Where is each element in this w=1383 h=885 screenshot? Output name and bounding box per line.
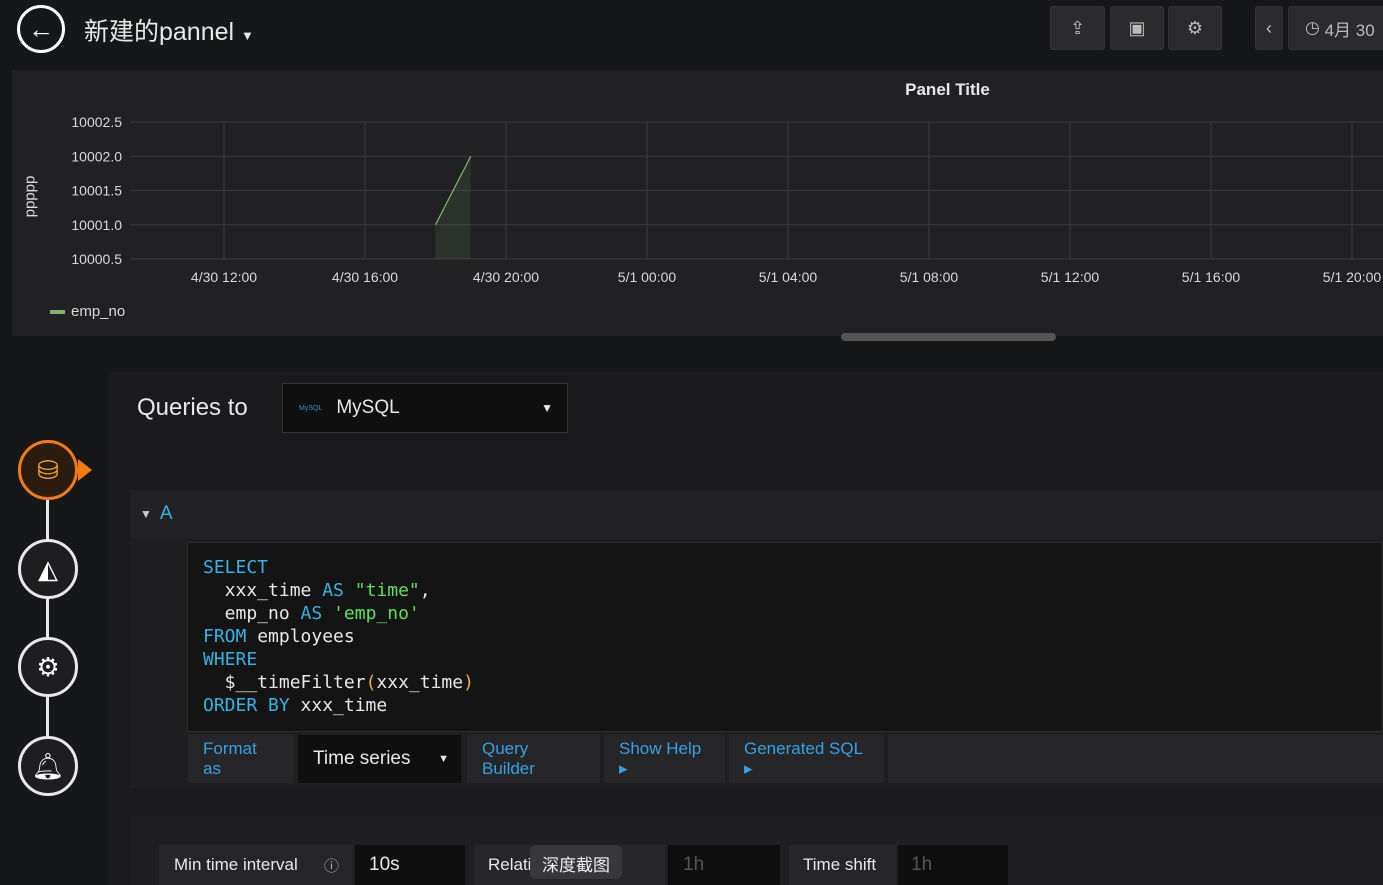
format-select[interactable]: Time series ▼ bbox=[298, 735, 461, 783]
chart-svg: 10000.5 10001.0 10001.5 10002.0 10002.5 4/30 … bbox=[71, 114, 1383, 285]
bell-icon: 🔔︎ bbox=[31, 750, 65, 781]
series-area bbox=[435, 156, 471, 259]
format-as-label: Format as bbox=[188, 735, 294, 783]
x-tick-label: 4/30 12:00 bbox=[191, 269, 257, 285]
relative-time-input[interactable]: 1h bbox=[668, 845, 780, 885]
caret-down-icon: ▼ bbox=[140, 507, 152, 521]
screenshot-tooltip: 深度截图 bbox=[530, 845, 622, 879]
chart-area-icon: ◭ bbox=[38, 553, 58, 584]
x-tick-label: 5/1 16:00 bbox=[1182, 269, 1241, 285]
x-tick-label: 5/1 12:00 bbox=[1041, 269, 1100, 285]
save-button[interactable]: ▣ bbox=[1110, 6, 1164, 50]
caret-down-icon: ▼ bbox=[241, 28, 254, 43]
min-interval-input[interactable]: 10s bbox=[355, 845, 465, 885]
legend-color-swatch bbox=[50, 309, 65, 314]
time-shift-label: Time shift bbox=[789, 845, 896, 885]
x-tick-label: 5/1 04:00 bbox=[759, 269, 818, 285]
time-back-button[interactable]: ‹ bbox=[1255, 6, 1283, 50]
share-button[interactable]: ⇪ bbox=[1050, 6, 1105, 50]
query-builder-button[interactable]: Query Builder bbox=[467, 735, 600, 783]
save-icon: ▣ bbox=[1128, 17, 1146, 38]
time-picker[interactable]: ◷ 4月 30 bbox=[1288, 6, 1383, 50]
nav-line bbox=[46, 500, 49, 740]
caret-down-icon: ▼ bbox=[438, 753, 449, 765]
datasource-select[interactable]: MySQL MySQL ▼ bbox=[282, 383, 568, 433]
time-shift-input[interactable]: 1h bbox=[898, 845, 1008, 885]
mysql-logo-icon: MySQL bbox=[299, 404, 323, 412]
nav-active-arrow bbox=[78, 459, 92, 481]
min-interval-label: Min time interval ⓘ bbox=[159, 845, 353, 885]
y-tick-label: 10002.0 bbox=[71, 148, 122, 164]
dashboard-title[interactable]: 新建的pannel ▼ bbox=[84, 12, 254, 48]
nav-alert[interactable]: 🔔︎ bbox=[18, 736, 78, 796]
toolbar-filler bbox=[888, 735, 1383, 783]
caret-down-icon: ▼ bbox=[541, 401, 553, 415]
generated-sql-button[interactable]: Generated SQL ▸ bbox=[729, 735, 884, 783]
share-icon: ⇪ bbox=[1069, 17, 1086, 38]
clock-icon: ◷ bbox=[1305, 18, 1320, 37]
x-tick-label: 5/1 00:00 bbox=[618, 269, 677, 285]
back-button[interactable]: ← bbox=[17, 5, 65, 53]
x-tick-label: 4/30 20:00 bbox=[473, 269, 539, 285]
x-tick-label: 5/1 08:00 bbox=[900, 269, 959, 285]
sql-editor[interactable]: SELECT xxx_time AS "time", emp_no AS 'em… bbox=[187, 542, 1383, 732]
x-tick-label: 4/30 16:00 bbox=[332, 269, 398, 285]
query-row-header[interactable]: ▼ A bbox=[130, 490, 1383, 538]
y-tick-label: 10002.5 bbox=[71, 114, 122, 130]
nav-general[interactable]: ⚙ bbox=[18, 637, 78, 697]
info-icon[interactable]: ⓘ bbox=[324, 855, 339, 876]
queries-to-label: Queries to bbox=[137, 394, 248, 421]
y-tick-label: 10001.5 bbox=[71, 183, 122, 199]
settings-button[interactable]: ⚙ bbox=[1168, 6, 1222, 50]
x-tick-label: 5/1 20:00 bbox=[1323, 269, 1382, 285]
show-help-button[interactable]: Show Help ▸ bbox=[604, 735, 725, 783]
cog-wrench-icon: ⚙ bbox=[36, 651, 60, 682]
nav-visualization[interactable]: ◭ bbox=[18, 539, 78, 599]
legend-item-emp-no[interactable]: emp_no bbox=[50, 303, 125, 320]
y-tick-label: 10000.5 bbox=[71, 251, 122, 267]
chevron-left-icon: ‹ bbox=[1266, 17, 1272, 38]
gear-icon: ⚙ bbox=[1186, 17, 1204, 38]
database-icon: ⛁ bbox=[37, 454, 59, 485]
nav-queries[interactable]: ⛁ bbox=[18, 440, 78, 500]
y-tick-label: 10001.0 bbox=[71, 217, 122, 233]
graph-panel: Panel Title ddddd 10000.5 10001.0 10001.5 1… bbox=[12, 70, 1383, 341]
scrollbar[interactable] bbox=[841, 333, 1056, 341]
